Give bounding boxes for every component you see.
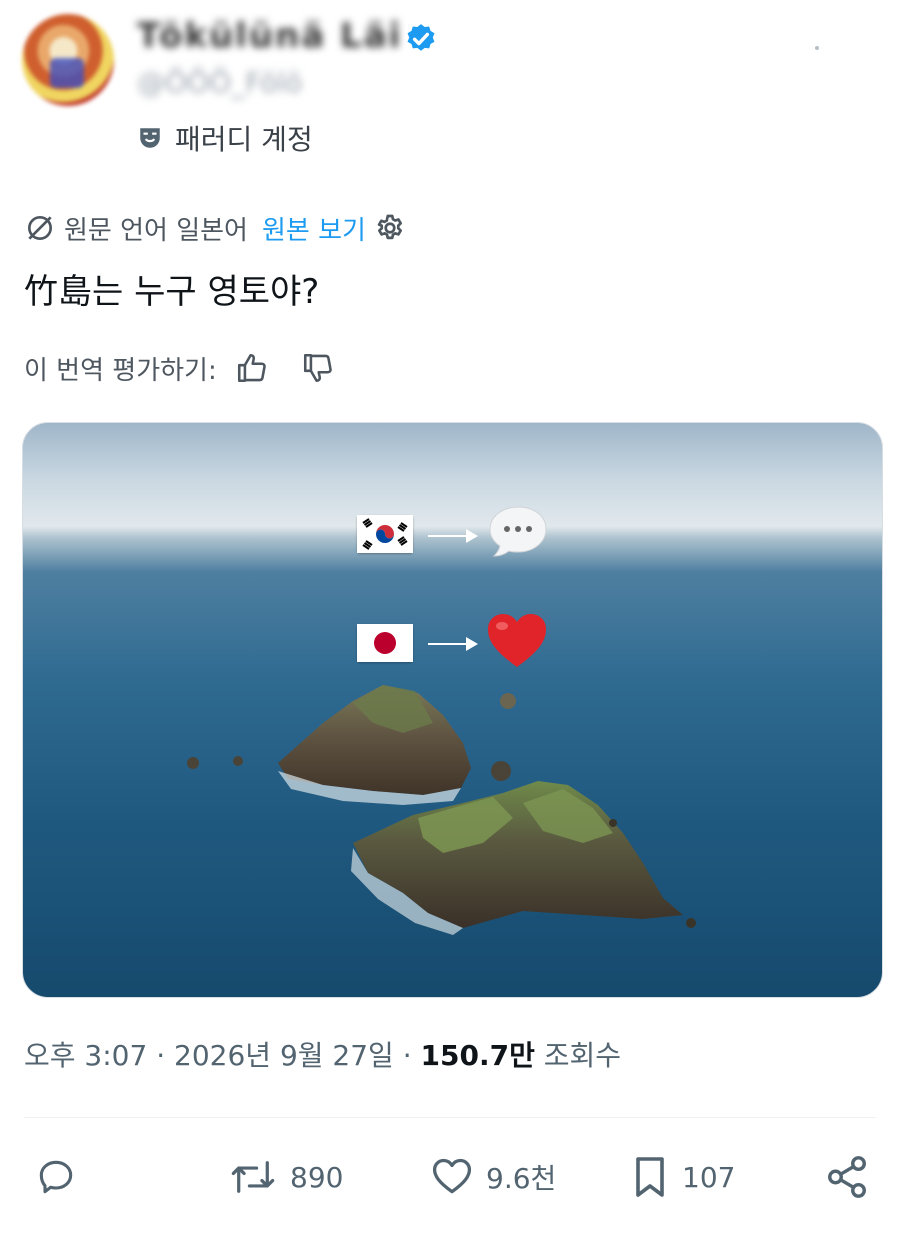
bookmark-button[interactable]: 107 xyxy=(630,1150,735,1204)
verified-badge-icon xyxy=(407,24,435,51)
rate-translation-row: 이 번역 평가하기: xyxy=(24,348,335,388)
parody-account-label: 패러디 계정 xyxy=(137,120,313,156)
bookmark-icon xyxy=(636,1157,664,1197)
translate-icon xyxy=(28,216,52,240)
speech-bubble-icon xyxy=(489,506,547,557)
red-heart-icon xyxy=(488,614,546,667)
divider xyxy=(24,1117,876,1118)
gear-icon[interactable] xyxy=(374,212,406,244)
avatar[interactable] xyxy=(22,14,114,106)
separator: · xyxy=(156,1039,166,1072)
share-icon xyxy=(828,1156,866,1198)
views-count: 150.7만 xyxy=(420,1039,535,1072)
parody-label: 패러디 계정 xyxy=(175,123,313,156)
bookmark-count: 107 xyxy=(682,1160,736,1194)
thumbs-up-icon[interactable] xyxy=(235,351,269,385)
tweet-time[interactable]: 오후 3:07 xyxy=(24,1039,147,1072)
theater-mask-icon xyxy=(140,128,160,148)
japan-flag-icon xyxy=(357,624,413,662)
user-handle[interactable]: @ÖÖÖ_Fölö xyxy=(137,66,302,100)
like-count: 9.6천 xyxy=(486,1162,557,1195)
like-button[interactable]: 9.6천 xyxy=(430,1150,556,1204)
share-button[interactable] xyxy=(824,1150,870,1204)
more-options-icon[interactable] xyxy=(815,46,819,50)
reply-button[interactable] xyxy=(34,1150,90,1204)
thumbs-down-icon[interactable] xyxy=(301,351,335,385)
arrow-icon xyxy=(428,529,478,543)
heart-icon xyxy=(432,1158,472,1194)
reply-icon xyxy=(39,1160,73,1194)
display-name[interactable]: Tökülünä Läi xyxy=(137,16,402,56)
retweet-count: 890 xyxy=(290,1160,344,1194)
tweet-meta: 오후 3:07 · 2026년 9월 27일 · 150.7만 조회수 xyxy=(24,1034,621,1074)
tweet-image[interactable] xyxy=(22,422,883,998)
translation-bar: 원문 언어 일본어 원본 보기 xyxy=(24,208,406,248)
tweet-text: 竹島는 누구 영토야? xyxy=(24,272,320,312)
retweet-icon xyxy=(231,1161,275,1193)
tweet-date[interactable]: 2026년 9월 27일 xyxy=(174,1039,394,1072)
arrow-icon xyxy=(428,637,478,651)
views-label: 조회수 xyxy=(543,1039,622,1072)
separator: · xyxy=(402,1039,412,1072)
retweet-button[interactable]: 890 xyxy=(228,1150,343,1204)
rate-prompt: 이 번역 평가하기: xyxy=(24,355,217,386)
show-original-link[interactable]: 원본 보기 xyxy=(262,210,366,247)
dokdo-islands-photo xyxy=(187,685,696,935)
korea-flag-icon xyxy=(357,515,413,553)
source-language-text: 원문 언어 일본어 xyxy=(64,215,248,246)
